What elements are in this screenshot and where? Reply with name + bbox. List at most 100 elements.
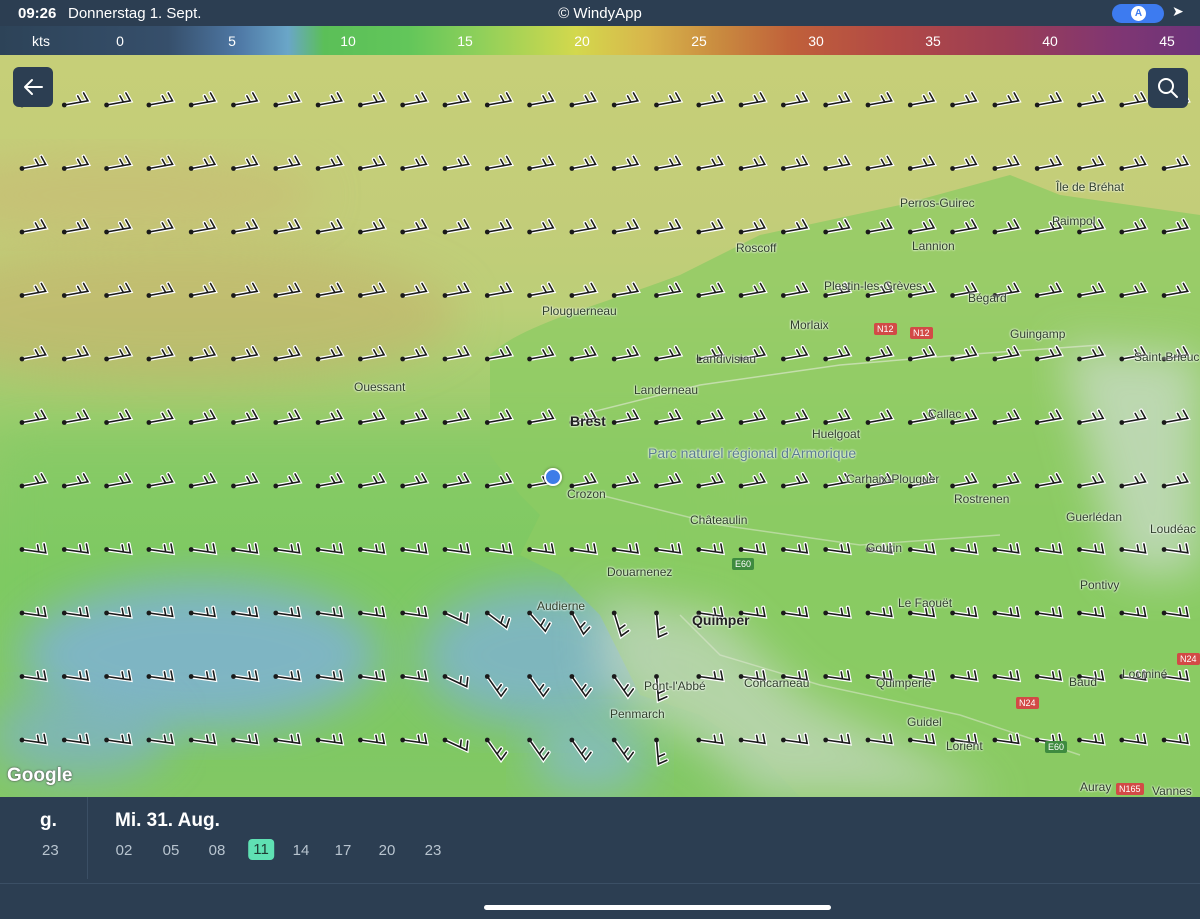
wind-barb bbox=[738, 732, 768, 746]
wind-barb bbox=[104, 344, 134, 362]
wind-barb bbox=[400, 217, 430, 235]
wind-barb bbox=[823, 542, 852, 556]
hour-slot[interactable]: 23 bbox=[425, 842, 442, 859]
wind-barb bbox=[484, 344, 515, 362]
back-button[interactable] bbox=[13, 67, 53, 107]
wind-barb bbox=[992, 154, 1022, 171]
wind-barb bbox=[950, 669, 979, 683]
wind-barb bbox=[146, 732, 176, 746]
wind-barb bbox=[231, 344, 261, 362]
wind-barb bbox=[188, 669, 218, 683]
wind-barb bbox=[1077, 408, 1107, 425]
wind-barb bbox=[654, 610, 669, 640]
wind-barb bbox=[19, 471, 49, 489]
place-label: Le Faouët bbox=[898, 596, 953, 610]
wind-barb bbox=[188, 281, 218, 298]
wind-barb bbox=[61, 471, 92, 489]
current-location-pin[interactable] bbox=[544, 468, 562, 486]
wind-barb bbox=[823, 154, 853, 171]
place-label: Landerneau bbox=[634, 383, 699, 397]
wind-barb bbox=[231, 542, 260, 556]
hour-slot[interactable]: 17 bbox=[335, 842, 352, 859]
wind-barb bbox=[358, 471, 388, 489]
wind-barb bbox=[400, 542, 429, 556]
wind-barb bbox=[231, 732, 260, 746]
wind-barb bbox=[188, 344, 218, 362]
hour-slot[interactable]: 14 bbox=[293, 842, 310, 859]
hour-slot[interactable]: 20 bbox=[379, 842, 396, 859]
wind-barb bbox=[738, 281, 768, 298]
wind-barb bbox=[950, 471, 980, 489]
wind-barb bbox=[231, 154, 261, 171]
place-label: Huelgoat bbox=[812, 427, 861, 441]
wind-barb bbox=[188, 471, 218, 489]
wind-barb bbox=[484, 154, 515, 171]
wind-barb bbox=[273, 605, 303, 619]
wind-barb bbox=[907, 154, 938, 171]
place-label: Baud bbox=[1069, 675, 1098, 689]
wind-barb bbox=[1077, 90, 1107, 108]
day-divider bbox=[87, 797, 88, 879]
wind-barb bbox=[231, 471, 261, 489]
wind-barb bbox=[992, 408, 1022, 425]
wind-barb bbox=[1034, 90, 1064, 108]
wind-barb bbox=[1034, 408, 1064, 425]
wind-barb bbox=[1119, 408, 1149, 425]
wind-barb bbox=[781, 281, 811, 298]
wind-barb bbox=[781, 605, 810, 619]
park-label: Parc naturel régional d'Armorique bbox=[648, 444, 856, 462]
legend-tick: 15 bbox=[457, 33, 473, 49]
wind-barb bbox=[738, 408, 768, 425]
wind-barb bbox=[611, 674, 636, 700]
wind-barb bbox=[484, 542, 514, 556]
place-label: Guidel bbox=[907, 715, 942, 729]
wind-barb bbox=[442, 344, 472, 362]
wind-barb bbox=[654, 154, 684, 171]
previous-day-hour[interactable]: 23 bbox=[42, 842, 59, 859]
wind-barb bbox=[696, 217, 726, 235]
search-button[interactable] bbox=[1148, 68, 1188, 108]
place-label: Brest bbox=[570, 413, 606, 429]
wind-barb bbox=[738, 217, 768, 235]
place-label: Audierne bbox=[537, 599, 586, 613]
wind-map[interactable]: Île de Bréhat Perros-Guirec Paimpol Rosc… bbox=[0, 55, 1200, 797]
place-label: Lannion bbox=[912, 239, 955, 253]
wind-barb bbox=[569, 344, 599, 362]
wind-barb bbox=[1161, 217, 1191, 235]
wind-barb bbox=[315, 154, 345, 171]
wind-barb bbox=[1161, 408, 1191, 425]
home-indicator[interactable] bbox=[484, 905, 831, 910]
wind-barb bbox=[527, 90, 557, 108]
wind-barb bbox=[315, 281, 345, 298]
navigation-pill[interactable]: A bbox=[1112, 4, 1164, 23]
wind-barb bbox=[104, 669, 133, 683]
wind-barb bbox=[315, 471, 345, 489]
wind-barb bbox=[146, 605, 176, 619]
hour-slot-selected[interactable]: 11 bbox=[248, 839, 274, 860]
wind-barb bbox=[1077, 732, 1106, 746]
wind-barb bbox=[19, 408, 49, 425]
place-label: Carhaix-Plouguer bbox=[846, 472, 940, 486]
wind-barb bbox=[358, 732, 387, 746]
hour-slot[interactable]: 02 bbox=[116, 842, 133, 859]
place-label: Crozon bbox=[567, 487, 606, 501]
wind-barb bbox=[738, 471, 768, 489]
wind-barb bbox=[823, 217, 853, 235]
wind-barb bbox=[19, 542, 49, 556]
hour-slot[interactable]: 08 bbox=[209, 842, 226, 859]
wind-barb bbox=[696, 90, 726, 108]
wind-barb bbox=[527, 610, 552, 635]
road-shield: N12 bbox=[874, 323, 897, 335]
wind-barb bbox=[484, 281, 515, 298]
wind-barb bbox=[823, 408, 853, 425]
wind-barb bbox=[907, 90, 938, 108]
wind-barb bbox=[61, 669, 91, 683]
hour-slot[interactable]: 05 bbox=[163, 842, 180, 859]
wind-barb bbox=[1119, 154, 1149, 171]
wind-barb bbox=[273, 732, 303, 746]
wind-barb bbox=[781, 542, 810, 556]
timeline-separator bbox=[0, 883, 1200, 884]
wind-barb bbox=[611, 542, 641, 556]
wind-barb bbox=[273, 344, 303, 362]
place-label: Île de Bréhat bbox=[1056, 180, 1125, 194]
